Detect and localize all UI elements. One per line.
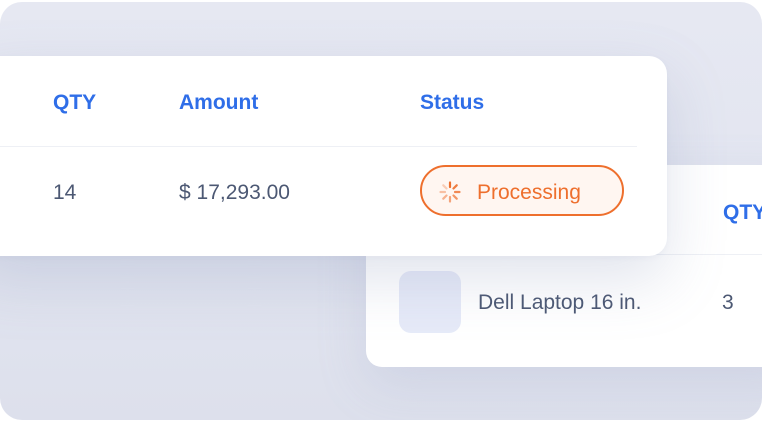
header-divider	[0, 146, 637, 147]
order-amount: $ 17,293.00	[179, 181, 290, 204]
status-label: Processing	[477, 181, 581, 204]
order-qty: 14	[53, 181, 77, 204]
column-header-qty[interactable]: QTY	[53, 91, 96, 115]
status-badge[interactable]: Processing	[420, 165, 624, 216]
product-qty: 3	[722, 291, 734, 314]
spinner-icon	[439, 181, 461, 203]
screenshot-canvas: QTY Dell Laptop 16 in. 3 QTY Amount Stat…	[0, 0, 763, 421]
background-panel: QTY Dell Laptop 16 in. 3 QTY Amount Stat…	[0, 2, 762, 420]
product-name[interactable]: Dell Laptop 16 in.	[478, 291, 641, 315]
column-header-status[interactable]: Status	[420, 91, 484, 115]
column-header-qty[interactable]: QTY	[723, 201, 762, 225]
product-thumbnail[interactable]	[399, 271, 461, 333]
column-header-amount[interactable]: Amount	[179, 91, 258, 115]
order-table-card: QTY Amount Status 14 $ 17,293.00 Process…	[0, 56, 667, 256]
